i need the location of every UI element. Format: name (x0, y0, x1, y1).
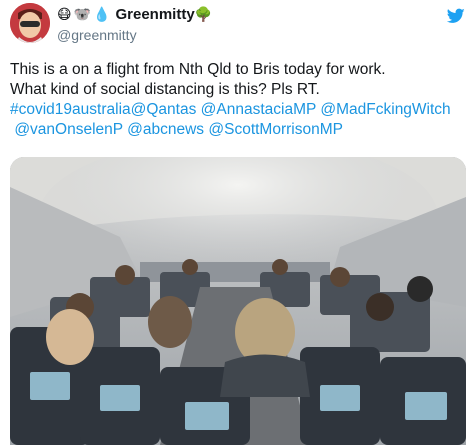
tweet-line-1: This is a on a flight from Nth Qld to Br… (10, 61, 386, 78)
droplet-emoji: 💧 (93, 7, 111, 23)
avatar[interactable] (10, 3, 50, 43)
user-name-row[interactable]: 😷 🐨 💧 Greenmitty 🌳 (57, 6, 214, 24)
mention-link[interactable]: @ScottMorrisonMP (208, 121, 343, 138)
mention-link[interactable]: @MadFckingWitch (320, 101, 450, 118)
display-name[interactable]: Greenmitty (115, 6, 194, 24)
mention-link[interactable]: @vanOnselenP (14, 121, 123, 138)
twitter-bird-icon[interactable] (447, 8, 465, 24)
tweet-card: 😷 🐨 💧 Greenmitty 🌳 @greenmitty This is a… (0, 0, 475, 445)
mention-link[interactable]: @Qantas (131, 101, 197, 118)
mask-emoji: 😷 (57, 7, 72, 23)
koala-emoji: 🐨 (73, 7, 92, 23)
tweet-tags-line-1: #covid19australia@Qantas @AnnastaciaMP @… (10, 100, 470, 120)
cabin-photo-image (10, 157, 466, 445)
mention-link[interactable]: @abcnews (127, 121, 204, 138)
tree-emoji: 🌳 (194, 7, 213, 23)
hashtag-link[interactable]: #covid19australia (10, 101, 131, 118)
tweet-line-2: What kind of social distancing is this? … (10, 81, 320, 98)
user-handle[interactable]: @greenmitty (57, 27, 137, 43)
mention-link[interactable]: @AnnastaciaMP (201, 101, 316, 118)
tweet-text: This is a on a flight from Nth Qld to Br… (10, 60, 470, 140)
tweet-tags-line-2: @vanOnselenP @abcnews @ScottMorrisonMP (10, 120, 470, 140)
tweet-photo[interactable] (10, 157, 466, 445)
